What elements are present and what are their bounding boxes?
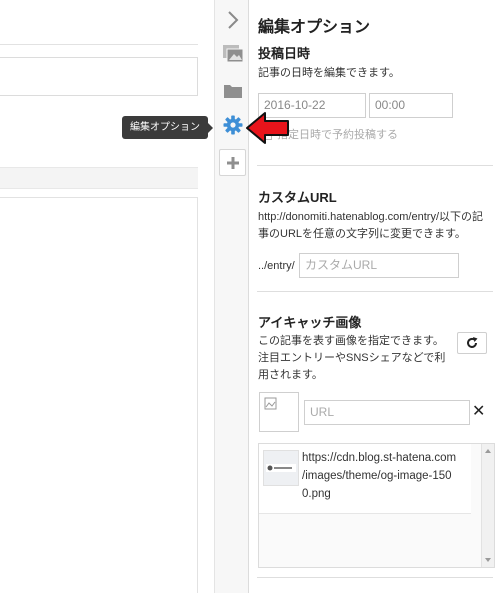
custom-url-description-2: 事のURLを任意の文字列に変更できます。 [258, 228, 466, 240]
image-candidate-url: https://cdn.blog.st-hatena.com /images/t… [302, 449, 470, 503]
image-button[interactable] [219, 40, 246, 67]
post-date-heading: 投稿日時 [258, 46, 311, 61]
eyecatch-url-input[interactable]: URL [304, 400, 470, 425]
annotation-arrow-icon [246, 112, 289, 144]
section-divider [257, 165, 493, 166]
folder-button[interactable] [219, 77, 246, 104]
image-url-line-3: 0.png [302, 488, 331, 500]
time-input[interactable]: 00:00 [369, 93, 453, 118]
eyecatch-thumbnail[interactable] [259, 392, 299, 432]
title-input[interactable] [0, 57, 198, 96]
panel-title: 編集オプション [258, 19, 371, 36]
clear-button[interactable]: ✕ [472, 401, 485, 421]
post-date-description: 記事の日時を編集できます。 [258, 67, 400, 79]
chevron-right-icon [227, 10, 238, 29]
folder-icon [223, 85, 242, 98]
eyecatch-heading: アイキャッチ画像 [258, 315, 362, 330]
hatena-logo-thumb [264, 451, 298, 485]
image-url-line-2: /images/theme/og-image-150 [302, 470, 452, 482]
broken-image-icon [264, 397, 277, 410]
gear-icon [223, 115, 242, 134]
plus-icon [226, 156, 239, 169]
editor-divider [0, 44, 198, 45]
option-rail [214, 0, 249, 593]
editor-area [0, 0, 214, 593]
tooltip-text: 編集オプション [130, 122, 200, 133]
scroll-down-arrow-icon[interactable] [485, 558, 491, 562]
custom-url-description-1: http://donomiti.hatenablog.com/entry/以下の… [258, 211, 483, 223]
image-icon [222, 44, 243, 62]
editor-body[interactable] [0, 197, 198, 593]
edit-options-button[interactable] [219, 111, 246, 138]
reload-button[interactable] [457, 332, 487, 354]
eyecatch-description-3: 用されます。 [258, 369, 323, 381]
custom-url-heading: カスタムURL [258, 190, 337, 205]
section-divider [257, 291, 493, 292]
refresh-icon [467, 337, 478, 348]
custom-url-input[interactable]: カスタムURL [299, 253, 459, 278]
edit-options-panel: 編集オプション 投稿日時 記事の日時を編集できます。 2016-10-22 00… [250, 0, 500, 593]
entry-prefix: ../entry/ [258, 260, 295, 272]
image-candidate-list: https://cdn.blog.st-hatena.com /images/t… [258, 443, 495, 568]
eyecatch-description-2: 注目エントリーやSNSシェアなどで利 [258, 352, 446, 364]
eyecatch-description-1: この記事を表す画像を指定できます。 [258, 335, 444, 347]
editor-toolbar [0, 167, 198, 189]
list-scrollbar[interactable] [481, 444, 494, 567]
image-url-line-1: https://cdn.blog.st-hatena.com [302, 452, 457, 464]
collapse-button[interactable] [219, 6, 246, 33]
image-candidate-item[interactable]: https://cdn.blog.st-hatena.com /images/t… [259, 444, 471, 514]
section-divider [257, 577, 493, 578]
tooltip: 編集オプション [122, 116, 213, 139]
add-button[interactable] [219, 149, 246, 176]
scroll-up-arrow-icon[interactable] [485, 449, 491, 453]
reserve-label: 指定日時で予約投稿する [277, 129, 398, 141]
image-candidate-thumbnail [263, 450, 299, 486]
